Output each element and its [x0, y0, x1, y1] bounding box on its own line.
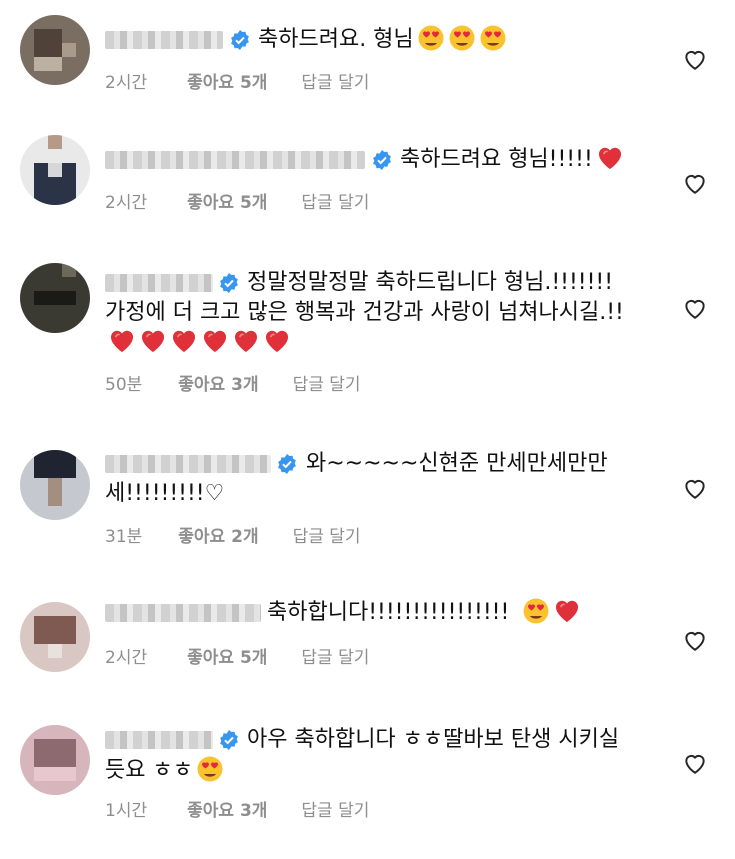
reply-button[interactable]: 답글 달기: [301, 643, 369, 668]
heart-eyes-emoji-icon: [449, 25, 475, 51]
comment-text: 축하합니다!!!!!!!!!!!!!!!!: [267, 596, 581, 630]
comment-text-line2: 가정에 더 크고 많은 행복과 건강과 사랑이 넘쳐나시길.!!: [105, 300, 624, 325]
red-heart-icon: [265, 330, 289, 352]
emoji-group: [593, 147, 624, 172]
username-blurred[interactable]: [105, 151, 365, 169]
like-heart-icon[interactable]: [682, 46, 708, 72]
reply-button[interactable]: 답글 달기: [293, 370, 361, 395]
timestamp: 2시간: [105, 648, 148, 668]
likes-count[interactable]: 좋아요 5개: [187, 643, 267, 668]
heart-eyes-emoji-icon: [523, 598, 549, 624]
likes-count[interactable]: 좋아요 5개: [187, 68, 267, 93]
timestamp: 2시간: [105, 193, 148, 213]
timestamp: 31분: [105, 527, 143, 547]
emoji-group: [105, 330, 291, 355]
avatar[interactable]: [20, 263, 90, 333]
avatar[interactable]: [20, 15, 90, 85]
avatar[interactable]: [20, 602, 90, 672]
comment-text: 축하드려요. 형님: [258, 23, 507, 57]
avatar[interactable]: [20, 135, 90, 205]
verified-badge-icon: [220, 730, 238, 750]
red-heart-icon: [203, 330, 227, 352]
comment-text-line2: 세!!!!!!!!!♡: [105, 481, 225, 506]
avatar[interactable]: [20, 450, 90, 520]
comment-text-line2: 듯요 ㅎㅎ: [105, 754, 224, 788]
verified-badge-icon: [278, 454, 296, 474]
username-blurred[interactable]: [105, 274, 213, 292]
comment-text: 와~~~~~신현준 만세만세만만: [306, 451, 608, 476]
red-heart-icon: [598, 147, 621, 169]
emoji-group: [519, 598, 581, 625]
red-heart-icon: [234, 330, 258, 352]
heart-eyes-emoji-icon: [197, 756, 223, 782]
comment-meta: 2시간 좋아요 5개 답글 달기: [105, 643, 369, 668]
avatar[interactable]: [20, 725, 90, 795]
likes-count[interactable]: 좋아요 2개: [178, 522, 258, 547]
username-blurred[interactable]: [105, 604, 261, 622]
comment-meta: 31분 좋아요 2개 답글 달기: [105, 522, 361, 547]
likes-count[interactable]: 좋아요 3개: [187, 796, 267, 821]
heart-eyes-emoji-icon: [480, 25, 506, 51]
verified-badge-icon: [231, 30, 249, 50]
like-heart-icon[interactable]: [682, 750, 708, 776]
comment-text: 축하드려요 형님!!!!!: [400, 143, 624, 177]
reply-button[interactable]: 답글 달기: [293, 522, 361, 547]
likes-count[interactable]: 좋아요 5개: [187, 188, 267, 213]
timestamp: 2시간: [105, 73, 148, 93]
reply-button[interactable]: 답글 달기: [301, 68, 369, 93]
likes-count[interactable]: 좋아요 3개: [178, 370, 258, 395]
heart-eyes-emoji-icon: [418, 25, 444, 51]
username-blurred[interactable]: [105, 455, 271, 473]
timestamp: 1시간: [105, 801, 148, 821]
red-heart-icon: [110, 330, 134, 352]
emoji-group: [414, 25, 507, 52]
comment-text: 아우 축하합니다 ㅎㅎ딸바보 탄생 시키실: [247, 727, 620, 752]
reply-button[interactable]: 답글 달기: [301, 188, 369, 213]
like-heart-icon[interactable]: [682, 295, 708, 321]
username-blurred[interactable]: [105, 31, 223, 49]
like-heart-icon[interactable]: [682, 475, 708, 501]
emoji-line: [105, 326, 291, 360]
like-heart-icon[interactable]: [682, 170, 708, 196]
verified-badge-icon: [373, 150, 391, 170]
red-heart-icon: [172, 330, 196, 352]
emoji-group: [193, 756, 224, 783]
comment-meta: 50분 좋아요 3개 답글 달기: [105, 370, 361, 395]
comment-meta: 2시간 좋아요 5개 답글 달기: [105, 68, 369, 93]
comment-meta: 1시간 좋아요 3개 답글 달기: [105, 796, 369, 821]
comment-meta: 2시간 좋아요 5개 답글 달기: [105, 188, 369, 213]
username-blurred[interactable]: [105, 731, 213, 749]
like-heart-icon[interactable]: [682, 627, 708, 653]
reply-button[interactable]: 답글 달기: [301, 796, 369, 821]
comment-text: 정말정말정말 축하드립니다 형님.!!!!!!!: [247, 270, 614, 295]
red-heart-icon: [141, 330, 165, 352]
verified-badge-icon: [220, 273, 238, 293]
red-heart-icon: [556, 600, 579, 622]
timestamp: 50분: [105, 375, 143, 395]
